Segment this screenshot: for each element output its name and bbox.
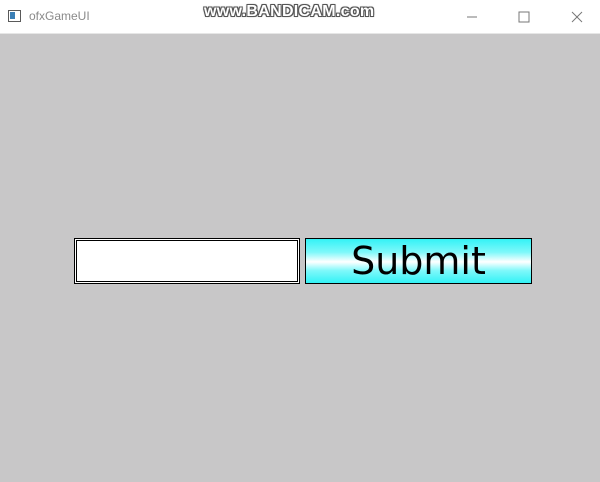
- text-input[interactable]: [74, 238, 300, 284]
- title-bar[interactable]: ofxGameUI www.BANDICAM.com: [0, 0, 600, 34]
- close-icon: [571, 11, 583, 23]
- maximize-button[interactable]: [501, 0, 547, 33]
- submit-button[interactable]: Submit: [305, 238, 532, 284]
- maximize-icon: [518, 11, 530, 23]
- minimize-icon: [467, 16, 477, 18]
- app-icon: [8, 10, 21, 22]
- minimize-button[interactable]: [449, 0, 495, 33]
- close-button[interactable]: [554, 0, 600, 33]
- window-title: ofxGameUI: [29, 9, 90, 23]
- app-window: ofxGameUI www.BANDICAM.com Submit: [0, 0, 600, 482]
- watermark-text: www.BANDICAM.com: [204, 3, 375, 20]
